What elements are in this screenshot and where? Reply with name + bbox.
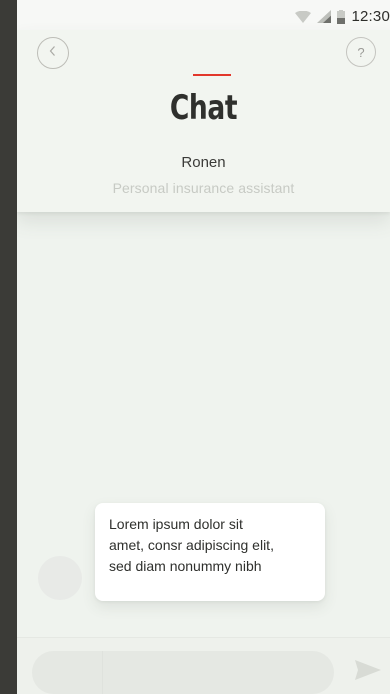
wifi-icon (295, 10, 312, 23)
title-accent-line (193, 74, 231, 76)
signal-icon (317, 10, 332, 23)
battery-icon (337, 9, 346, 24)
page-title: Chat (169, 88, 238, 128)
agent-avatar (38, 556, 82, 600)
back-button[interactable] (37, 37, 69, 69)
question-icon: ? (357, 44, 365, 60)
input-divider (102, 651, 103, 694)
status-bar: 12:30 (17, 0, 390, 30)
phone-screen: 12:30 ? Chat Ronen Personal insurance as… (17, 0, 390, 694)
message-bubble: Lorem ipsum dolor sit amet, consr adipis… (95, 503, 325, 601)
message-composer (17, 637, 390, 694)
chevron-left-icon (48, 44, 58, 62)
send-icon (355, 659, 381, 685)
chat-header: ? Chat Ronen Personal insurance assistan… (17, 30, 390, 212)
status-time: 12:30 (351, 8, 390, 25)
agent-name: Ronen (181, 154, 226, 171)
send-button[interactable] (354, 659, 382, 685)
status-icons: 12:30 (295, 8, 390, 25)
agent-role: Personal insurance assistant (112, 180, 295, 196)
chat-messages-area[interactable]: Lorem ipsum dolor sit amet, consr adipis… (17, 212, 390, 638)
device-frame-edge (0, 0, 17, 694)
message-input[interactable] (32, 651, 334, 694)
help-button[interactable]: ? (346, 37, 376, 67)
message-text: Lorem ipsum dolor sit amet, consr adipis… (109, 516, 274, 574)
